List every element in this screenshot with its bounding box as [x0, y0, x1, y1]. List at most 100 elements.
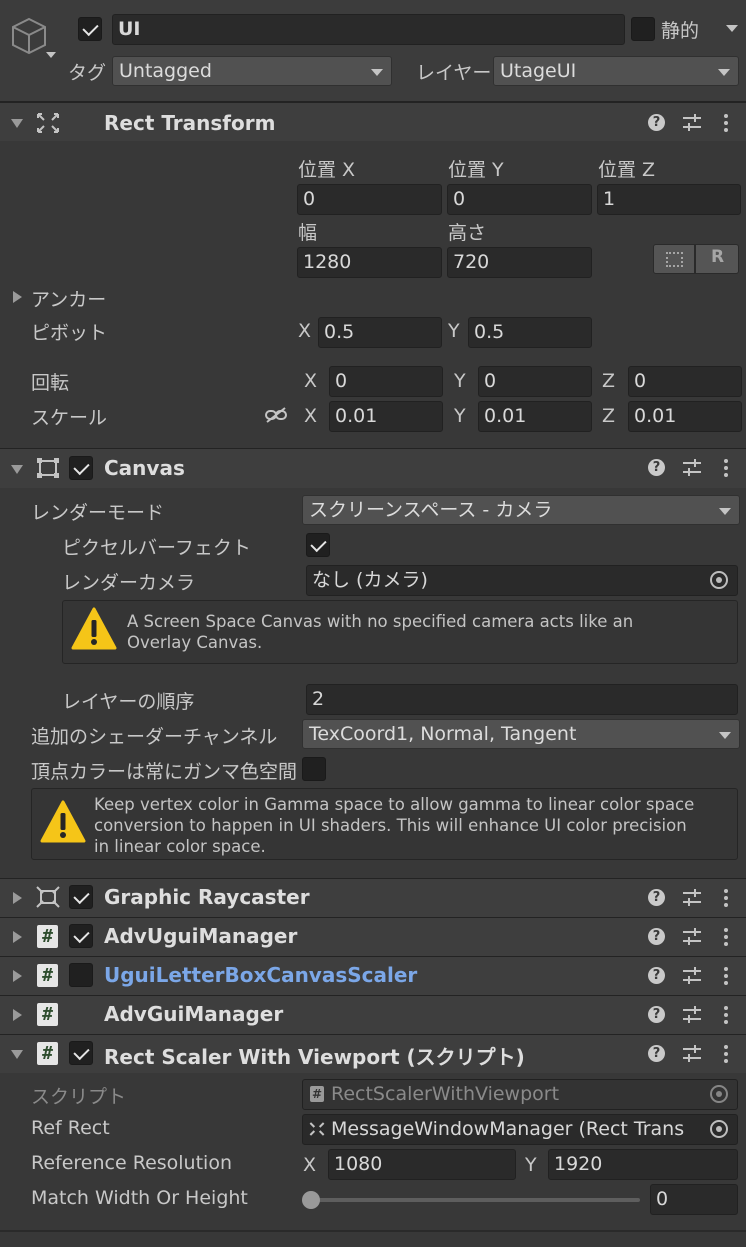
match-slider[interactable]	[302, 1188, 642, 1212]
foldout-arrow-icon[interactable]	[11, 119, 23, 128]
adv-gui-manager-header[interactable]: # AdvGuiManager ?	[0, 995, 746, 1034]
canvas-enabled-toggle[interactable]	[69, 456, 93, 480]
scale-x-field[interactable]: 0.01	[329, 401, 443, 432]
ref-res-y-axis: Y	[525, 1154, 537, 1176]
help-icon[interactable]: ?	[648, 889, 665, 906]
link-scale-icon[interactable]	[264, 406, 288, 424]
object-picker-icon[interactable]	[710, 571, 728, 589]
script-hash-icon: #	[37, 1003, 58, 1026]
scale-y-field[interactable]: 0.01	[478, 401, 592, 432]
slider-track	[310, 1198, 640, 1202]
layer-dropdown[interactable]: UtageUI	[493, 56, 739, 86]
pos-z-field[interactable]: 1	[597, 184, 741, 215]
raw-edit-icon: R	[711, 247, 725, 267]
shader-channels-dropdown[interactable]: TexCoord1, Normal, Tangent	[302, 719, 740, 749]
slider-thumb[interactable]	[302, 1191, 320, 1209]
foldout-arrow-icon[interactable]	[13, 892, 22, 904]
height-field[interactable]: 720	[447, 247, 592, 278]
foldout-arrow-icon[interactable]	[11, 1050, 23, 1059]
anchor-foldout-arrow-icon[interactable]	[13, 291, 22, 303]
graphic-raycaster-toggle[interactable]	[69, 885, 93, 909]
foldout-arrow-icon[interactable]	[13, 970, 22, 982]
gameobject-name-field[interactable]: UI	[112, 14, 625, 45]
anchor-label[interactable]: アンカー	[31, 285, 106, 312]
presets-icon[interactable]	[683, 114, 701, 132]
canvas-header[interactable]: Canvas ?	[0, 448, 746, 488]
graphic-raycaster-header[interactable]: Graphic Raycaster ?	[0, 878, 746, 917]
static-dropdown-arrow[interactable]	[726, 25, 738, 32]
presets-icon[interactable]	[683, 928, 701, 946]
render-mode-dropdown[interactable]: スクリーンスペース - カメラ	[302, 495, 740, 525]
ref-res-x-field[interactable]: 1080	[328, 1149, 516, 1180]
script-hash-icon: #	[37, 964, 58, 987]
ref-rect-value: MessageWindowManager (Rect Trans	[331, 1118, 685, 1140]
help-icon[interactable]: ?	[648, 928, 665, 945]
rect-scaler-toggle[interactable]	[69, 1041, 93, 1065]
letterbox-scaler-header[interactable]: # UguiLetterBoxCanvasScaler ?	[0, 956, 746, 995]
kebab-menu-icon[interactable]	[724, 459, 728, 477]
pivot-y-field[interactable]: 0.5	[468, 317, 592, 348]
foldout-arrow-icon[interactable]	[13, 1009, 22, 1021]
adv-ugui-manager-title: AdvUguiManager	[104, 924, 298, 948]
pixel-perfect-checkbox[interactable]	[306, 533, 330, 557]
object-picker-icon[interactable]	[710, 1120, 728, 1138]
shader-channels-value: TexCoord1, Normal, Tangent	[309, 723, 577, 745]
presets-icon[interactable]	[683, 889, 701, 907]
render-camera-field[interactable]: なし (カメラ)	[306, 565, 738, 596]
rot-x-field[interactable]: 0	[329, 366, 443, 397]
kebab-menu-icon[interactable]	[724, 967, 728, 985]
adv-ugui-manager-header[interactable]: # AdvUguiManager ?	[0, 917, 746, 956]
presets-icon[interactable]	[683, 967, 701, 985]
kebab-menu-icon[interactable]	[724, 928, 728, 946]
width-label: 幅	[298, 222, 318, 244]
chevron-down-icon	[371, 69, 383, 76]
width-field[interactable]: 1280	[297, 247, 442, 278]
render-camera-value: なし (カメラ)	[312, 569, 428, 591]
adv-gui-manager-title: AdvGuiManager	[104, 1002, 284, 1026]
kebab-menu-icon[interactable]	[724, 1045, 728, 1063]
static-toggle[interactable]	[631, 17, 655, 41]
help-icon[interactable]: ?	[648, 1006, 665, 1023]
icon-dropdown-arrow[interactable]	[46, 52, 56, 58]
help-icon[interactable]: ?	[648, 114, 665, 131]
presets-icon[interactable]	[683, 1045, 701, 1063]
pos-y-field[interactable]: 0	[447, 184, 592, 215]
kebab-menu-icon[interactable]	[724, 889, 728, 907]
sort-order-label: レイヤーの順序	[62, 691, 195, 713]
sort-order-field[interactable]: 2	[306, 684, 738, 715]
ref-res-y-field[interactable]: 1920	[548, 1149, 738, 1180]
scale-z-field[interactable]: 0.01	[628, 401, 742, 432]
adv-ugui-manager-toggle[interactable]	[69, 924, 93, 948]
blueprint-mode-button[interactable]	[653, 244, 695, 274]
help-icon[interactable]: ?	[648, 459, 665, 476]
vertex-color-checkbox[interactable]	[302, 757, 326, 781]
presets-icon[interactable]	[683, 1006, 701, 1024]
rot-z-field[interactable]: 0	[628, 366, 742, 397]
raw-edit-button[interactable]: R	[695, 244, 739, 274]
tag-label: タグ	[68, 62, 107, 84]
layer-label: レイヤー	[416, 62, 492, 84]
gameobject-active-toggle[interactable]	[78, 17, 102, 41]
letterbox-scaler-toggle[interactable]	[69, 963, 93, 987]
rect-scaler-title: Rect Scaler With Viewport (スクリプト)	[104, 1045, 525, 1069]
pos-x-field[interactable]: 0	[297, 184, 442, 215]
help-icon[interactable]: ?	[648, 967, 665, 984]
kebab-menu-icon[interactable]	[724, 1006, 728, 1024]
rect-transform-title: Rect Transform	[104, 111, 276, 135]
match-value-field[interactable]: 0	[650, 1184, 738, 1215]
presets-icon[interactable]	[683, 459, 701, 477]
rot-y-field[interactable]: 0	[478, 366, 592, 397]
foldout-arrow-icon[interactable]	[13, 931, 22, 943]
kebab-menu-icon[interactable]	[724, 114, 728, 132]
ref-rect-field[interactable]: MessageWindowManager (Rect Trans	[302, 1114, 738, 1145]
rect-transform-header[interactable]: Rect Transform ?	[0, 101, 746, 141]
pivot-x-axis: X	[298, 320, 312, 342]
warning-helpbox-camera: A Screen Space Canvas with no specified …	[62, 600, 738, 664]
help-icon[interactable]: ?	[648, 1045, 665, 1062]
rect-scaler-header[interactable]: # Rect Scaler With Viewport (スクリプト) ?	[0, 1034, 746, 1073]
render-camera-label: レンダーカメラ	[62, 572, 196, 594]
foldout-arrow-icon[interactable]	[11, 465, 23, 474]
pivot-x-field[interactable]: 0.5	[318, 317, 442, 348]
tag-dropdown[interactable]: Untagged	[112, 56, 392, 86]
rot-z-axis: Z	[602, 370, 616, 392]
